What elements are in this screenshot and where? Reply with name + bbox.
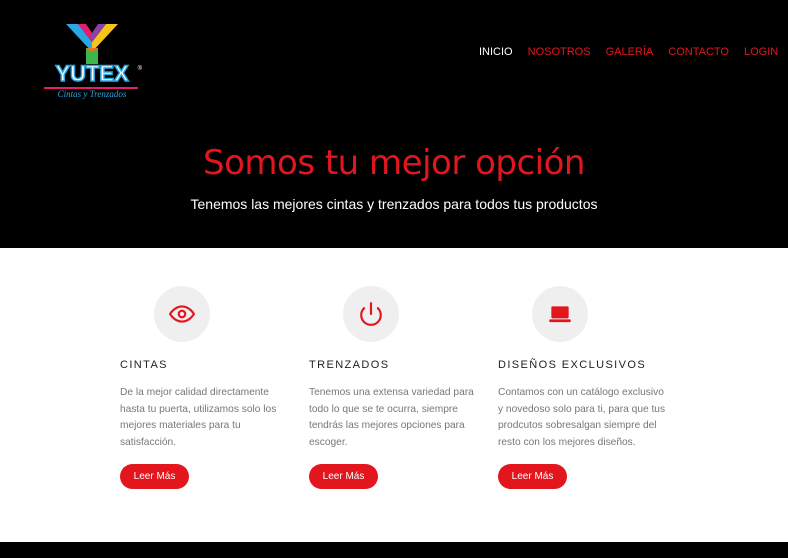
leer-mas-button[interactable]: Leer Más	[120, 464, 189, 489]
logo-tagline: Cintas y Trenzados	[57, 89, 127, 99]
logo-registered-mark: ®	[137, 66, 142, 72]
nav-item-galeria[interactable]: GALERÍA	[606, 46, 654, 58]
main-nav: INICIO NOSOTROS GALERÍA CONTACTO LOGIN	[479, 46, 788, 58]
feature-icon-circle	[343, 286, 399, 342]
eye-icon	[169, 305, 195, 323]
feature-text: De la mejor calidad directamente hasta t…	[120, 387, 277, 448]
feature-title: TRENZADOS	[309, 359, 390, 371]
feature-title: DISEÑOS EXCLUSIVOS	[498, 359, 647, 371]
feature-icon-circle	[532, 286, 588, 342]
nav-item-login[interactable]: LOGIN	[744, 46, 778, 58]
site-footer	[0, 542, 788, 558]
features-section: CINTAS De la mejor calidad directamente …	[0, 248, 788, 542]
power-icon	[360, 302, 382, 326]
feature-title: CINTAS	[120, 359, 168, 371]
hero-subtitle: Tenemos las mejores cintas y trenzados p…	[190, 196, 598, 212]
feature-text: Contamos con un catálogo exclusivo y nov…	[498, 387, 666, 448]
logo-wordmark: YUTEX	[55, 61, 130, 87]
site-header: YUTEX ® Cintas y Trenzados INICIO NOSOTR…	[0, 0, 788, 248]
leer-mas-button[interactable]: Leer Más	[309, 464, 378, 489]
hero-title: Somos tu mejor opción	[203, 143, 585, 183]
feature-icon-circle	[154, 286, 210, 342]
leer-mas-button[interactable]: Leer Más	[498, 464, 567, 489]
logo[interactable]: YUTEX ® Cintas y Trenzados	[40, 20, 144, 104]
nav-item-contacto[interactable]: CONTACTO	[668, 46, 729, 58]
nav-item-inicio[interactable]: INICIO	[479, 46, 513, 58]
yutex-y-logo-icon	[66, 24, 118, 64]
laptop-icon	[549, 306, 571, 323]
nav-item-nosotros[interactable]: NOSOTROS	[528, 46, 591, 58]
feature-text: Tenemos una extensa variedad para todo l…	[309, 387, 474, 448]
